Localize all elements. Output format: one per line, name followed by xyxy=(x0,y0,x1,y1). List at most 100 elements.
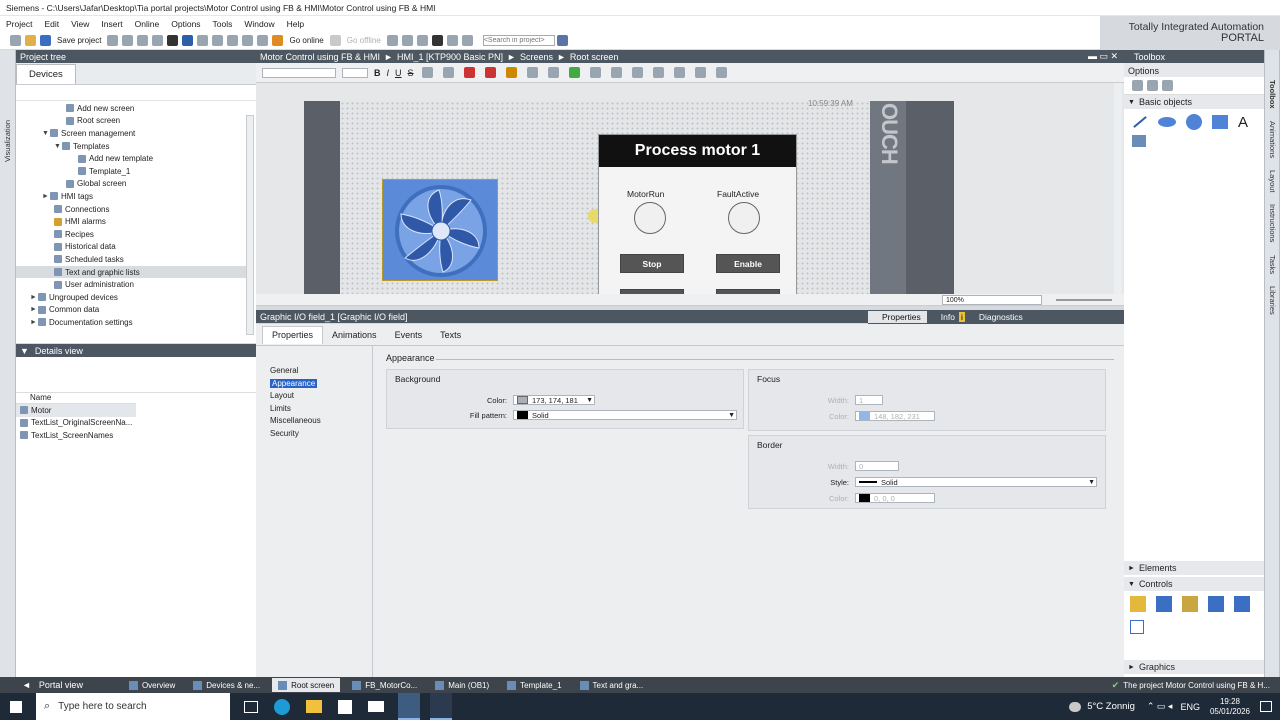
breadcrumb-hmi[interactable]: HMI_1 [KTP900 Basic PN] xyxy=(397,52,503,62)
zoom-slider[interactable] xyxy=(1056,299,1112,301)
underline-icon[interactable]: U xyxy=(395,68,402,78)
bring-front-icon[interactable] xyxy=(568,67,580,78)
file-explorer-icon[interactable] xyxy=(306,700,322,713)
window-controls-icon[interactable]: ▬ ▭ ✕ xyxy=(1088,51,1118,62)
tree-item-root-screen[interactable]: Root screen xyxy=(16,115,246,128)
tree-item-hmi-tags[interactable]: ► HMI tags xyxy=(16,190,246,203)
toolbox-side-tab[interactable]: Toolbox xyxy=(1268,80,1277,109)
rectangle-tool-icon[interactable] xyxy=(1212,115,1228,129)
text-size-icon[interactable] xyxy=(421,67,433,78)
status-tab-main[interactable]: Main (OB1) xyxy=(429,678,495,692)
animations-side-tab[interactable]: Animations xyxy=(1268,121,1277,158)
circle-tool-icon[interactable] xyxy=(1186,114,1202,130)
taskbar-search-box[interactable]: ⌕ Type here to search xyxy=(36,693,230,720)
details-row[interactable]: Motor xyxy=(16,404,136,417)
line-width-icon[interactable] xyxy=(547,67,559,78)
border-style-select[interactable]: Solid ▼ xyxy=(855,477,1097,487)
clock[interactable]: 19:28 05/01/2026 xyxy=(1210,697,1250,717)
f-xy-view-icon[interactable] xyxy=(1130,620,1144,634)
font-select[interactable] xyxy=(262,67,336,78)
tia-portal-icon[interactable] xyxy=(398,693,420,720)
tree-item-historical-data[interactable]: Historical data xyxy=(16,241,246,254)
start-cpu-icon[interactable] xyxy=(401,35,413,46)
tree-item-hmi-alarms[interactable]: HMI alarms xyxy=(16,215,246,228)
status-tab-root-screen[interactable]: Root screen xyxy=(272,678,341,692)
new-project-icon[interactable] xyxy=(10,35,21,46)
tree-item-ungrouped-devices[interactable]: ► Ungrouped devices xyxy=(16,291,246,304)
enable-button[interactable]: Enable xyxy=(716,254,780,273)
nav-appearance[interactable]: Appearance xyxy=(270,378,318,388)
graphic-view-tool-icon[interactable] xyxy=(1132,135,1146,147)
fill-pattern-select[interactable]: Solid ▼ xyxy=(513,410,737,420)
compile-icon[interactable] xyxy=(212,35,224,46)
upload-icon[interactable] xyxy=(242,35,254,46)
text-field-tool-icon[interactable]: A xyxy=(1238,114,1248,131)
line-tool-icon[interactable] xyxy=(1133,116,1147,128)
menu-insert[interactable]: Insert xyxy=(101,19,122,29)
menu-online[interactable]: Online xyxy=(135,19,160,29)
libraries-side-tab[interactable]: Libraries xyxy=(1268,286,1277,315)
italic-icon[interactable]: I xyxy=(387,68,390,78)
language-indicator[interactable]: ENG xyxy=(1180,702,1200,712)
go-online-button[interactable]: Go online xyxy=(289,36,323,45)
notification-icon[interactable] xyxy=(1260,701,1272,712)
inspector-tab-events[interactable]: Events xyxy=(386,326,432,344)
breadcrumb-project[interactable]: Motor Control using FB & HMI xyxy=(260,52,380,62)
zoom-select[interactable]: 100% xyxy=(942,295,1042,305)
breadcrumb-screens[interactable]: Screens xyxy=(520,52,553,62)
tree-item-user-administration[interactable]: User administration xyxy=(16,278,246,291)
weather-text[interactable]: 5°C Zonnig xyxy=(1087,701,1135,712)
status-tab-overview[interactable]: Overview xyxy=(123,678,181,692)
menu-window[interactable]: Window xyxy=(244,19,274,29)
project-tree-scrollbar[interactable] xyxy=(246,115,254,335)
options-icon[interactable] xyxy=(1147,80,1158,91)
plcsim-icon[interactable] xyxy=(430,693,452,720)
nav-general[interactable]: General xyxy=(268,366,368,379)
rotate-icon[interactable] xyxy=(589,67,601,78)
line-style-icon[interactable] xyxy=(526,67,538,78)
fault-active-lamp[interactable] xyxy=(728,202,760,234)
controls-header[interactable]: ▼ Controls xyxy=(1124,577,1264,591)
layout-side-tab[interactable]: Layout xyxy=(1268,170,1277,193)
collapse-arrow-icon[interactable]: ► xyxy=(30,306,38,313)
basic-objects-header[interactable]: ▼ Basic objects xyxy=(1124,95,1264,109)
collapse-arrow-icon[interactable]: ► xyxy=(42,193,50,200)
nav-miscellaneous[interactable]: Miscellaneous xyxy=(268,416,368,429)
menu-project[interactable]: Project xyxy=(6,19,32,29)
properties-tab[interactable]: Properties xyxy=(868,311,927,323)
portal-view-button[interactable]: Portal view xyxy=(39,680,83,690)
collapse-arrow-icon[interactable]: ▼ xyxy=(1128,581,1135,588)
tree-item-common-data[interactable]: ► Common data xyxy=(16,304,246,317)
store-icon[interactable] xyxy=(338,699,352,714)
alarm-view-icon[interactable] xyxy=(1130,596,1146,612)
windows-start-icon[interactable] xyxy=(10,700,22,713)
details-col-name[interactable]: Name xyxy=(16,393,136,404)
tree-item-template-1[interactable]: Template_1 xyxy=(16,165,246,178)
details-row[interactable]: TextList_ScreenNames xyxy=(16,429,256,442)
open-project-icon[interactable] xyxy=(25,35,36,46)
system-diagnostics-icon[interactable] xyxy=(1234,596,1250,612)
status-message[interactable]: The project Motor Control using FB & H..… xyxy=(1123,681,1270,690)
copy-icon[interactable] xyxy=(137,35,149,46)
font-size-select[interactable] xyxy=(342,67,368,78)
status-tab-text-graphic[interactable]: Text and gra... xyxy=(574,678,650,692)
bg-color-field[interactable]: 173, 174, 181 ▼ xyxy=(513,395,595,405)
mail-icon[interactable] xyxy=(368,701,384,712)
zoom-icon[interactable] xyxy=(715,67,727,78)
collapse-arrow-icon[interactable]: ▼ xyxy=(20,346,29,356)
edge-icon[interactable] xyxy=(274,698,290,715)
bold-icon[interactable]: B xyxy=(374,68,381,78)
align-objects-icon[interactable] xyxy=(631,67,643,78)
stop-button[interactable]: Stop xyxy=(620,254,684,273)
menu-view[interactable]: View xyxy=(71,19,89,29)
details-row[interactable]: TextList_OriginalScreenNa... xyxy=(16,417,256,430)
go-online-icon[interactable] xyxy=(272,35,284,46)
delete-icon[interactable] xyxy=(167,35,179,46)
split-horizontal-icon[interactable] xyxy=(446,35,458,46)
inspector-tab-texts[interactable]: Texts xyxy=(431,326,470,344)
devices-tab[interactable]: Devices xyxy=(16,63,76,84)
tree-item-text-graphic-lists[interactable]: Text and graphic lists xyxy=(16,265,246,279)
distribute-icon[interactable] xyxy=(652,67,664,78)
diagnostics-tab[interactable]: Diagnostics xyxy=(969,312,1023,322)
tree-item-recipes[interactable]: Recipes xyxy=(16,228,246,241)
